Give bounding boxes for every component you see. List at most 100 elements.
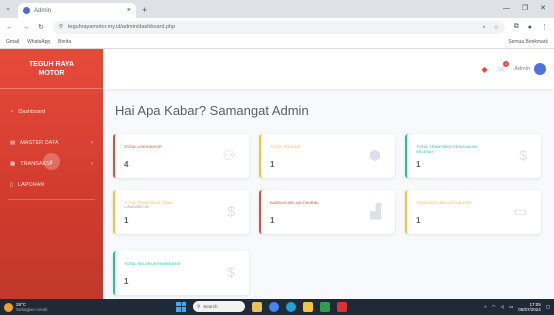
- cart-icon: ▦: [10, 160, 16, 167]
- avatar: [534, 63, 546, 75]
- sidebar-item-label: Dashboard: [18, 108, 46, 115]
- dollar-icon: $: [519, 147, 527, 163]
- brand-line1: TEGUH RAYA: [29, 60, 74, 68]
- search-icon: ⚲: [197, 303, 201, 309]
- weather-sun-icon: [4, 302, 13, 312]
- card-value: 1: [416, 160, 421, 169]
- forward-icon[interactable]: →: [22, 24, 29, 31]
- stat-card-transaksi-tidak-lunas: TOTAL TRANSAKSI TIDAK LUNAS/BELUM 1 $: [113, 190, 249, 234]
- clock[interactable]: 17:05 05/07/2024: [518, 302, 541, 312]
- card-value: 1: [124, 216, 129, 225]
- menu-icon[interactable]: ⋮: [541, 23, 548, 31]
- extensions-icon[interactable]: ⧉: [514, 23, 519, 31]
- explorer-app-icon[interactable]: [303, 301, 313, 312]
- username: Admin: [514, 66, 530, 72]
- translate-icon[interactable]: ⚬: [481, 24, 486, 31]
- card-label: TOTAL TRANSAKSI PENJUALAN SELESAI: [416, 144, 477, 154]
- clock-date: 05/07/2024: [518, 307, 541, 312]
- bookmark-item[interactable]: Gmail: [6, 39, 19, 45]
- alerts-bell-icon[interactable]: ◆: [482, 65, 488, 74]
- new-tab-button[interactable]: +: [142, 2, 147, 18]
- dollar-icon: $: [227, 203, 235, 219]
- page-title: Hai Apa Kabar? Samangat Admin: [115, 103, 309, 118]
- messages-envelope-icon[interactable]: ✉ 1: [498, 60, 510, 74]
- bookmark-item[interactable]: WhatsApp: [27, 39, 50, 45]
- favicon-icon: [23, 7, 30, 14]
- sidebar: TEGUH RAYA MOTOR ◔ Dashboard ▤ MASTER DAT…: [0, 49, 103, 299]
- messages-badge: 1: [503, 60, 510, 67]
- card-value: 1: [416, 216, 421, 225]
- stat-card-seluruh-transaksi: TOTAL SELURUH TRANSAKSI 1 $: [113, 251, 249, 295]
- dollar-icon: $: [227, 264, 235, 280]
- box-icon: ⬢: [368, 147, 381, 163]
- card-label: TOTAL TRANSAKSI TIDAK LUNAS/BELUM: [124, 200, 199, 210]
- close-tab-icon[interactable]: ×: [127, 7, 131, 14]
- stat-card-barang-belum-dikirim: BARANG BELUM DIKIRIM 1 ▟: [259, 190, 395, 234]
- maximize-icon[interactable]: ❐: [522, 0, 528, 18]
- dashboard-icon: ◔: [10, 108, 14, 115]
- sidebar-item-label: LAPORAN: [18, 181, 45, 188]
- stat-card-belum-dibayar: TRANSAKSI BELUM DIBAYAR 1 ▭: [405, 190, 541, 234]
- folder-icon: ▤: [10, 139, 16, 146]
- money-icon: ▭: [513, 203, 527, 219]
- card-value: 1: [124, 277, 129, 286]
- bookmark-item[interactable]: Berita: [58, 39, 71, 45]
- stat-card-transaksi-selesai: TOTAL TRANSAKSI PENJUALAN SELESAI 1 $: [405, 134, 541, 178]
- site-info-icon[interactable]: ⚲: [59, 24, 63, 30]
- card-value: 1: [270, 216, 275, 225]
- minimize-icon[interactable]: —: [503, 0, 510, 18]
- stat-card-total-user: TOTAL USER/KASIR 4 ⚇: [113, 134, 249, 178]
- topbar: ◆ ✉ 1 Admin: [103, 49, 554, 89]
- all-bookmarks-button[interactable]: Semua Bookmark: [508, 39, 548, 45]
- user-dropdown[interactable]: Admin: [514, 63, 546, 75]
- notification-icon[interactable]: ▢: [546, 304, 550, 310]
- edge-app-icon[interactable]: [286, 301, 296, 312]
- chevron-right-icon: ›: [91, 139, 93, 146]
- truck-icon: ▟: [370, 203, 381, 219]
- tray-chevron-icon[interactable]: ^: [484, 305, 486, 310]
- sidebar-item-laporan[interactable]: ▯ LAPORAN: [0, 176, 103, 193]
- card-label: TOTAL USER/KASIR: [124, 144, 162, 149]
- app-icon[interactable]: [337, 301, 347, 312]
- bookmark-star-icon[interactable]: ☆: [493, 24, 498, 31]
- chrome-app-icon[interactable]: [269, 301, 279, 312]
- wifi-icon[interactable]: ◠: [492, 304, 496, 310]
- tab-title: Admin: [34, 7, 52, 14]
- back-icon[interactable]: ←: [6, 24, 13, 31]
- card-label: TOTAL PRODUK: [270, 144, 301, 149]
- brand-line2: MOTOR: [38, 69, 65, 77]
- profile-icon[interactable]: ●: [528, 24, 532, 31]
- app-icon[interactable]: [320, 301, 330, 312]
- taskbar-search[interactable]: ⚲ Search: [193, 301, 245, 312]
- browser-tabbar: ⌄ Admin × + — ❐ ✕: [0, 0, 554, 18]
- chevron-right-icon: ›: [91, 160, 93, 167]
- tab-menu-icon[interactable]: ⌄: [0, 0, 16, 18]
- start-windows-icon[interactable]: [176, 301, 186, 312]
- card-label: BARANG BELUM DIKIRIM: [270, 200, 319, 205]
- taskbar: 29°C Sebagian cerah ⚲ Search ^ ◠ ◁ ▭ 17:05…: [0, 299, 554, 315]
- sidebar-brand[interactable]: TEGUH RAYA MOTOR: [0, 49, 103, 89]
- url-field[interactable]: ⚲ teguhrayamotor.my.id/admin/dashboard.p…: [52, 20, 505, 34]
- close-window-icon[interactable]: ✕: [540, 0, 546, 18]
- users-icon: ⚇: [222, 147, 235, 163]
- card-value: 1: [270, 160, 275, 169]
- url-text: teguhrayamotor.my.id/admin/dashboard.php: [67, 24, 176, 30]
- volume-icon[interactable]: ◁: [500, 304, 503, 310]
- card-label: TOTAL SELURUH TRANSAKSI: [124, 261, 181, 266]
- card-value: 4: [124, 160, 129, 169]
- address-bar-row: ← → ↻ ⚲ teguhrayamotor.my.id/admin/dashb…: [0, 18, 554, 36]
- card-sublabel: LUNAS/BELUM: [124, 205, 149, 209]
- report-icon: ▯: [10, 181, 14, 188]
- sidebar-toggle-button[interactable]: ‹: [43, 153, 60, 170]
- battery-icon[interactable]: ▭: [509, 304, 513, 310]
- sidebar-item-dashboard[interactable]: ◔ Dashboard: [0, 103, 103, 120]
- bookmarks-bar: Gmail WhatsApp Berita Semua Bookmark: [0, 36, 554, 49]
- reload-icon[interactable]: ↻: [38, 23, 44, 31]
- screen: ⌄ Admin × + — ❐ ✕ ← → ↻ ⚲ teguhrayamotor…: [0, 0, 554, 315]
- weather-desc: Sebagian cerah: [16, 307, 48, 312]
- widgets-app-icon[interactable]: [252, 301, 262, 312]
- system-tray: ^ ◠ ◁ ▭ 17:05 05/07/2024 ▢: [484, 302, 550, 312]
- browser-tab[interactable]: Admin ×: [18, 3, 136, 18]
- sidebar-item-master-data[interactable]: ▤ MASTER DATA ›: [0, 134, 103, 151]
- weather-widget[interactable]: 29°C Sebagian cerah: [4, 302, 48, 312]
